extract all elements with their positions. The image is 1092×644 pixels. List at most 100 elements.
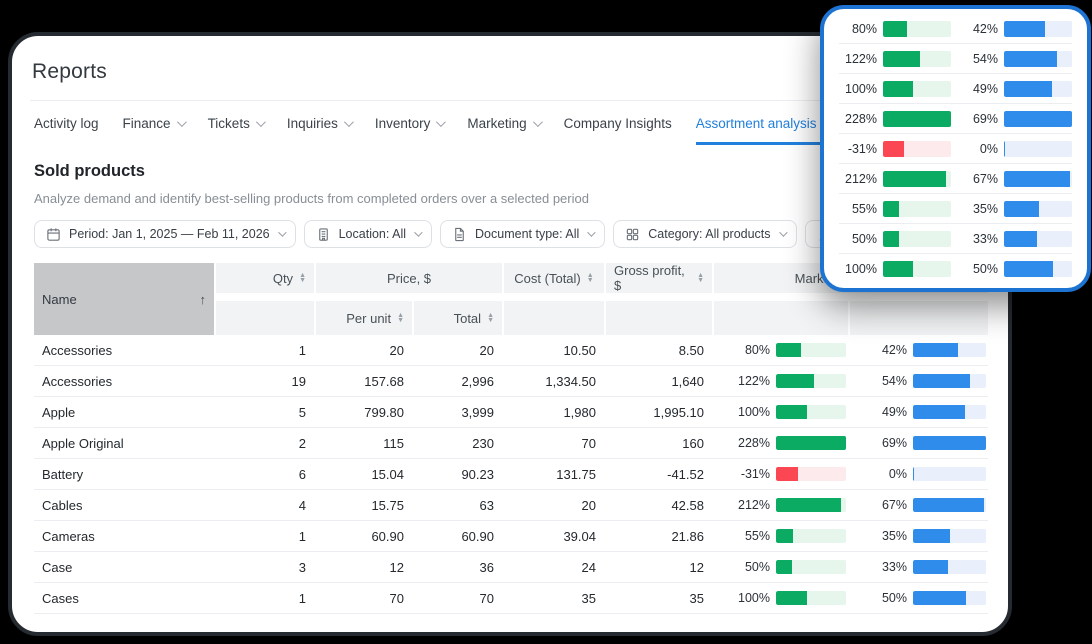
filter-pill-period[interactable]: Period: Jan 1, 2025 — Feb 11, 2026 xyxy=(34,220,296,248)
column-header-total[interactable]: Total xyxy=(414,301,502,335)
cell-per-unit: 12 xyxy=(389,559,404,575)
margin-bar xyxy=(913,436,986,450)
markup-bar xyxy=(883,170,951,187)
margin-bar xyxy=(913,529,986,543)
table-row[interactable]: Cases 1 70 70 35 35 100% 50% xyxy=(34,583,988,614)
chevron-down-icon xyxy=(532,116,543,127)
cell-cost: 10.50 xyxy=(563,342,596,358)
zoom-callout-panel: 80% 42% 122% 54% 100% 49% 228% 69% -31% … xyxy=(820,5,1091,292)
table-row[interactable]: Apple Original 2 115 230 70 160 228% 69% xyxy=(34,428,988,459)
building-icon xyxy=(316,227,331,242)
column-header-gross-profit[interactable]: Gross profit, $ xyxy=(606,263,712,293)
table-row[interactable]: Cables 4 15.75 63 20 42.58 212% 67% xyxy=(34,490,988,521)
tab-inventory[interactable]: Inventory xyxy=(375,101,447,145)
margin-bar xyxy=(1004,50,1072,67)
cell-name: Case xyxy=(42,559,73,575)
margin-value: 50% xyxy=(881,591,907,605)
cell-markup: 122% xyxy=(714,374,848,388)
sold-products-table: Name Qty Price, $ Cost (Total) Gross pro… xyxy=(34,263,988,614)
tab-assortment-analysis[interactable]: Assortment analysis xyxy=(695,101,833,145)
margin-value: 69% xyxy=(881,436,907,450)
table-row[interactable]: Accessories 1 20 20 10.50 8.50 80% 42% xyxy=(34,335,988,366)
margin-value: 0% xyxy=(979,141,998,156)
tab-activity-log[interactable]: Activity log xyxy=(34,101,99,145)
filter-pill-location[interactable]: Location: All xyxy=(303,220,433,248)
table-row[interactable]: Accessories 19 157.68 2,996 1,334.50 1,6… xyxy=(34,366,988,397)
margin-bar xyxy=(1004,170,1072,187)
cell-per-unit: 70 xyxy=(389,590,404,606)
cell-qty: 3 xyxy=(298,559,306,575)
column-header-per-unit[interactable]: Per unit xyxy=(316,301,412,335)
grid-icon xyxy=(625,227,640,242)
cell-total: 36 xyxy=(479,559,494,575)
tab-label: Inquiries xyxy=(286,115,338,131)
cell-name: Accessories xyxy=(42,342,113,358)
cell-gross-profit: 21.86 xyxy=(671,528,704,544)
cell-cost: 131.75 xyxy=(556,466,596,482)
cell-per-unit: 115 xyxy=(383,435,404,451)
cell-margin: 69% xyxy=(850,436,988,450)
cell-markup: -31% xyxy=(714,467,848,481)
sort-ascending-icon xyxy=(200,292,207,307)
cell-gross-profit: 12 xyxy=(689,559,704,575)
margin-bar xyxy=(1004,20,1072,37)
table-row[interactable]: Case 3 12 36 24 12 50% 33% xyxy=(34,552,988,583)
cell-per-unit: 60.90 xyxy=(371,528,404,544)
document-icon xyxy=(452,227,467,242)
cell-cost: 20 xyxy=(581,497,596,513)
tab-marketing[interactable]: Marketing xyxy=(467,101,543,145)
sort-icon xyxy=(697,273,704,283)
tab-inquiries[interactable]: Inquiries xyxy=(286,101,354,145)
markup-value: 212% xyxy=(845,171,877,186)
cell-gross-profit: -41.52 xyxy=(667,466,704,482)
table-row[interactable]: Battery 6 15.04 90.23 131.75 -41.52 -31%… xyxy=(34,459,988,490)
table-row[interactable]: Cameras 1 60.90 60.90 39.04 21.86 55% 35… xyxy=(34,521,988,552)
margin-value: 35% xyxy=(881,529,907,543)
margin-value: 54% xyxy=(972,51,998,66)
filter-pill-category[interactable]: Category: All products xyxy=(613,220,797,248)
callout-row: 100% 50% xyxy=(839,254,1072,283)
markup-bar xyxy=(883,80,951,97)
sort-icon xyxy=(397,313,404,323)
cell-qty: 5 xyxy=(298,404,306,420)
tab-company-insights[interactable]: Company Insights xyxy=(564,101,672,145)
cell-margin: 0% xyxy=(850,467,988,481)
cell-name: Apple Original xyxy=(42,435,124,451)
cell-total: 3,999 xyxy=(461,404,494,420)
cell-total: 230 xyxy=(472,435,494,451)
table-row[interactable]: Apple 5 799.80 3,999 1,980 1,995.10 100%… xyxy=(34,397,988,428)
markup-bar xyxy=(776,560,846,574)
calendar-icon xyxy=(46,227,61,242)
tab-finance[interactable]: Finance xyxy=(123,101,187,145)
tab-label: Tickets xyxy=(207,115,250,131)
cell-margin: 33% xyxy=(850,560,988,574)
chevron-down-icon xyxy=(277,228,287,237)
column-header-name[interactable]: Name xyxy=(34,263,214,335)
cell-gross-profit: 160 xyxy=(682,435,704,451)
tab-label: Activity log xyxy=(34,115,99,131)
cell-markup: 212% xyxy=(714,498,848,512)
chevron-down-icon xyxy=(436,116,447,127)
column-header-cost[interactable]: Cost (Total) xyxy=(504,263,604,293)
cell-qty: 1 xyxy=(298,528,306,544)
chevron-down-icon xyxy=(255,116,266,127)
filter-pill-document-type[interactable]: Document type: All xyxy=(440,220,606,248)
cell-margin: 67% xyxy=(850,498,988,512)
cell-markup: 55% xyxy=(714,529,848,543)
markup-value: -31% xyxy=(740,467,770,481)
markup-value: 100% xyxy=(738,405,770,419)
column-header-qty[interactable]: Qty xyxy=(216,263,314,293)
header-spacer-qty xyxy=(216,301,314,335)
margin-bar xyxy=(913,374,986,388)
margin-bar xyxy=(913,405,986,419)
markup-value: 55% xyxy=(851,201,877,216)
tab-tickets[interactable]: Tickets xyxy=(207,101,266,145)
table-body: Accessories 1 20 20 10.50 8.50 80% 42% A… xyxy=(34,335,988,614)
cell-per-unit: 20 xyxy=(389,342,404,358)
cell-markup: 100% xyxy=(714,405,848,419)
margin-value: 33% xyxy=(972,231,998,246)
margin-bar xyxy=(913,498,986,512)
margin-value: 33% xyxy=(881,560,907,574)
margin-bar xyxy=(1004,140,1072,157)
chevron-down-icon xyxy=(176,116,187,127)
